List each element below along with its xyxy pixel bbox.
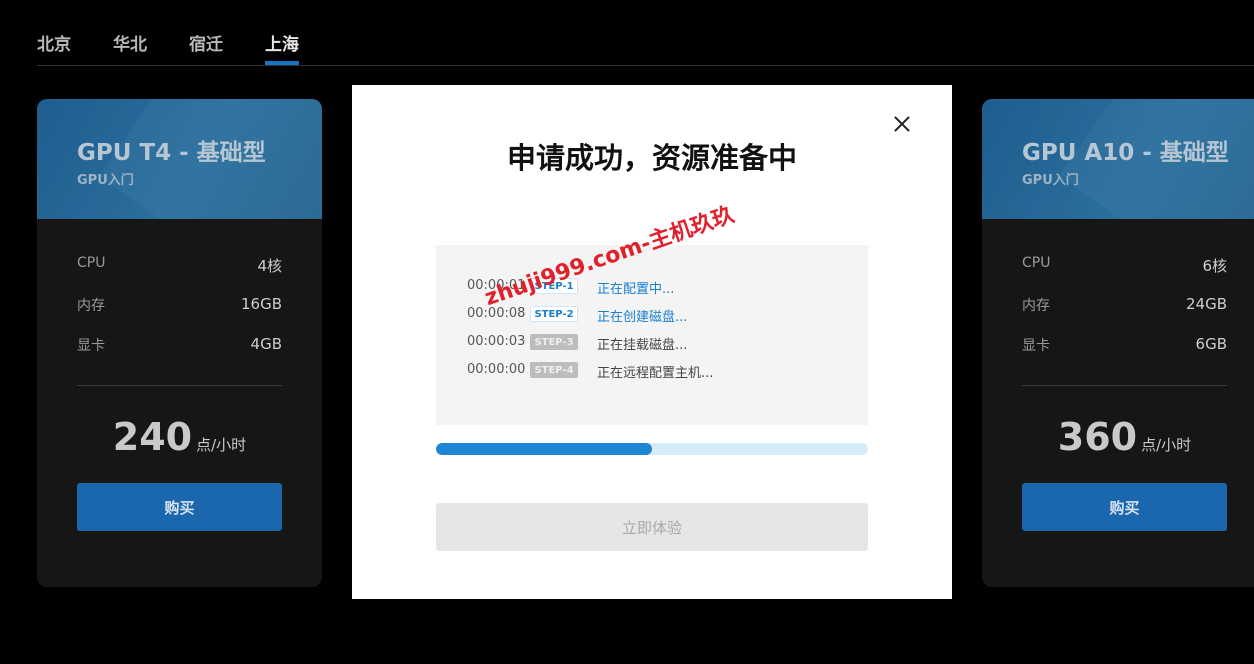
tab-suqian[interactable]: 宿迁: [189, 30, 223, 55]
spec-label: CPU: [77, 255, 106, 271]
buy-button[interactable]: 购买: [1022, 483, 1227, 531]
try-now-button[interactable]: 立即体验: [436, 503, 868, 551]
spec-memory: 内存 24GB: [1022, 295, 1227, 315]
card-subtitle: GPU入门: [77, 173, 134, 188]
step-row: 00:00:03 STEP-3 正在挂载磁盘...: [467, 333, 847, 353]
step-row: 00:00:00 STEP-4 正在远程配置主机...: [467, 361, 847, 381]
spec-value: 6核: [1202, 257, 1227, 275]
card-price: 360 点/小时: [982, 415, 1254, 459]
card-header: GPU A10 - 基础型 GPU入门: [982, 99, 1254, 219]
spec-cpu: CPU 4核: [77, 255, 282, 275]
spec-gpu-memory: 显卡 4GB: [77, 335, 282, 355]
step-text: 正在配置中...: [597, 282, 675, 297]
card-price: 240 点/小时: [37, 415, 322, 459]
step-badge: STEP-2: [530, 306, 578, 322]
provision-dialog: 申请成功，资源准备中 00:00:01 STEP-1 正在配置中... 00:0…: [352, 85, 952, 599]
spec-value: 24GB: [1185, 295, 1227, 313]
gpu-card-t4: GPU T4 - 基础型 GPU入门 CPU 4核 内存 16GB 显卡 4GB…: [37, 99, 322, 587]
gpu-card-a10: GPU A10 - 基础型 GPU入门 CPU 6核 内存 24GB 显卡 6G…: [982, 99, 1254, 587]
tab-shanghai[interactable]: 上海: [265, 30, 299, 65]
card-title: GPU A10 - 基础型: [1022, 140, 1229, 166]
tab-huabei[interactable]: 华北: [113, 30, 147, 55]
buy-button[interactable]: 购买: [77, 483, 282, 531]
price-value: 240: [112, 415, 193, 459]
card-divider: [1022, 385, 1227, 386]
close-icon[interactable]: [891, 113, 913, 135]
spec-memory: 内存 16GB: [77, 295, 282, 315]
spec-value: 16GB: [240, 295, 282, 313]
price-unit: 点/小时: [196, 436, 247, 454]
step-text: 正在远程配置主机...: [597, 366, 714, 381]
card-header: GPU T4 - 基础型 GPU入门: [37, 99, 322, 219]
price-value: 360: [1057, 415, 1138, 459]
step-text: 正在创建磁盘...: [597, 310, 688, 325]
spec-gpu-memory: 显卡 6GB: [1022, 335, 1227, 355]
step-row: 00:00:08 STEP-2 正在创建磁盘...: [467, 305, 847, 325]
tab-beijing[interactable]: 北京: [37, 30, 71, 55]
price-unit: 点/小时: [1141, 436, 1192, 454]
step-time: 00:00:00: [467, 362, 526, 377]
spec-value: 6GB: [1195, 335, 1227, 353]
spec-label: 内存: [77, 298, 105, 314]
region-tabs: 北京 华北 宿迁 上海: [37, 0, 1254, 66]
progress-bar: [436, 443, 868, 455]
spec-value: 4核: [257, 257, 282, 275]
step-time: 00:00:03: [467, 334, 526, 349]
spec-label: 显卡: [77, 338, 105, 354]
step-badge: STEP-3: [530, 334, 578, 350]
card-title: GPU T4 - 基础型: [77, 140, 266, 166]
card-divider: [77, 385, 282, 386]
dialog-title: 申请成功，资源准备中: [506, 141, 797, 175]
progress-fill: [436, 443, 652, 455]
step-badge: STEP-4: [530, 362, 578, 378]
step-text: 正在挂载磁盘...: [597, 338, 688, 353]
card-subtitle: GPU入门: [1022, 173, 1079, 188]
spec-label: CPU: [1022, 255, 1051, 271]
spec-label: 显卡: [1022, 338, 1050, 354]
step-log: 00:00:01 STEP-1 正在配置中... 00:00:08 STEP-2…: [436, 245, 868, 425]
spec-value: 4GB: [250, 335, 282, 353]
spec-label: 内存: [1022, 298, 1050, 314]
spec-cpu: CPU 6核: [1022, 255, 1227, 275]
